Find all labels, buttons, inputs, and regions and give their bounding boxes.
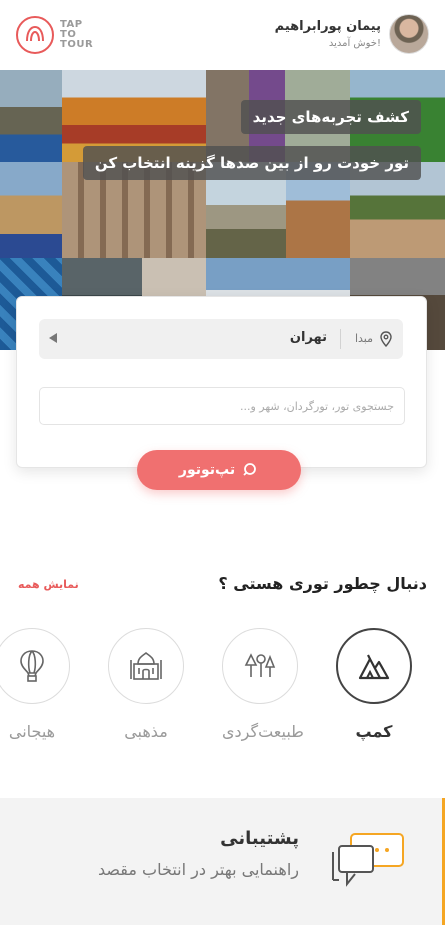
- logo[interactable]: TAP TO TOUR: [16, 16, 93, 54]
- origin-divider: [340, 329, 341, 349]
- category-religious[interactable]: مذهبی: [108, 628, 184, 741]
- search-card: تهران مبدا: [16, 296, 427, 468]
- avatar[interactable]: [389, 14, 429, 54]
- support-chat-icon: [332, 833, 404, 887]
- logo-mark-icon: [16, 16, 54, 54]
- app-header: TAP TO TOUR پیمان پورابراهیم خوش آمدید!: [0, 0, 445, 70]
- category-adventure-circle: [0, 628, 70, 704]
- origin-label: مبدا: [354, 332, 373, 345]
- category-adventure[interactable]: هیجانی: [0, 628, 70, 741]
- search-input[interactable]: [39, 387, 405, 425]
- category-camp[interactable]: کمپ: [336, 628, 412, 741]
- origin-select[interactable]: تهران مبدا: [39, 319, 403, 359]
- search-button-label: تپ‌توتور: [178, 462, 236, 478]
- category-nature-circle: [222, 628, 298, 704]
- mosque-icon: [130, 652, 162, 680]
- category-adventure-label: هیجانی: [8, 722, 56, 741]
- origin-value: تهران: [289, 330, 327, 345]
- support-banner[interactable]: پشتیبانی راهنمایی بهتر در انتخاب مقصد: [0, 798, 445, 925]
- tap-to-tour-button[interactable]: تپ‌توتور: [137, 450, 301, 490]
- hero-headline: کشف تجربه‌های جدید: [240, 100, 421, 134]
- category-nature-label: طبیعت‌گردی: [222, 722, 304, 741]
- user-name: پیمان پورابراهیم: [274, 19, 381, 34]
- tent-icon: [358, 654, 390, 680]
- category-religious-label: مذهبی: [124, 722, 168, 741]
- support-subtitle: راهنمایی بهتر در انتخاب مقصد: [98, 860, 299, 879]
- show-all-link[interactable]: نمایش همه: [18, 578, 79, 591]
- category-camp-circle: [336, 628, 412, 704]
- category-nature[interactable]: طبیعت‌گردی: [222, 628, 304, 741]
- user-profile[interactable]: پیمان پورابراهیم خوش آمدید!: [275, 14, 429, 54]
- welcome-text: خوش آمدید!: [328, 38, 381, 49]
- category-religious-circle: [108, 628, 184, 704]
- location-pin-icon: [380, 331, 392, 347]
- categories-title: دنبال چطور توری هستی ؟: [218, 574, 427, 593]
- category-camp-label: کمپ: [355, 722, 393, 741]
- support-title: پشتیبانی: [220, 828, 299, 849]
- logo-text: TAP TO TOUR: [60, 19, 94, 50]
- search-icon: [243, 463, 257, 476]
- hot-air-balloon-icon: [20, 650, 44, 682]
- caret-left-icon: [49, 333, 57, 343]
- trees-icon: [244, 653, 276, 677]
- hero-subline: تور خودت رو از بین صدها گزینه انتخاب کن: [82, 146, 421, 180]
- user-text: پیمان پورابراهیم خوش آمدید!: [275, 19, 381, 49]
